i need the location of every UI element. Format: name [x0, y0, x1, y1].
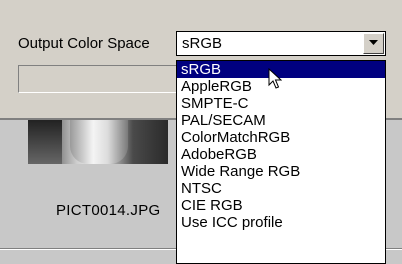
output-color-space-combobox[interactable]: sRGB: [176, 31, 386, 56]
chevron-down-icon: [369, 40, 378, 45]
combobox-value: sRGB: [182, 35, 223, 52]
dropdown-option[interactable]: SMPTE-C: [177, 95, 385, 112]
combobox-dropdown-button[interactable]: [363, 33, 384, 54]
dropdown-option[interactable]: CIE RGB: [177, 197, 385, 214]
dropdown-option[interactable]: Use ICC profile: [177, 214, 385, 231]
dropdown-option[interactable]: ColorMatchRGB: [177, 129, 385, 146]
dropdown-option[interactable]: NTSC: [177, 180, 385, 197]
thumbnail-filename: PICT0014.JPG: [56, 202, 161, 219]
color-space-dropdown-list[interactable]: sRGB AppleRGB SMPTE-C PAL/SECAM ColorMat…: [176, 60, 386, 264]
progress-field: [18, 65, 180, 93]
dropdown-option[interactable]: PAL/SECAM: [177, 112, 385, 129]
output-color-space-label: Output Color Space: [18, 35, 150, 52]
mouse-pointer-icon: [268, 68, 282, 89]
thumbnail-image[interactable]: [28, 120, 168, 164]
dropdown-option[interactable]: AdobeRGB: [177, 146, 385, 163]
dropdown-option[interactable]: Wide Range RGB: [177, 163, 385, 180]
